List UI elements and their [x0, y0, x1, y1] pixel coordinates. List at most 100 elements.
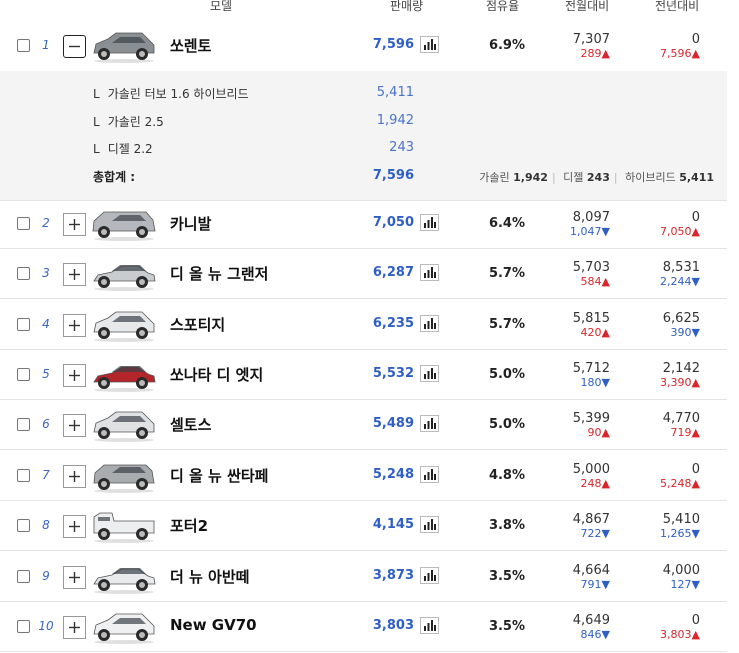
bar-chart-icon[interactable]	[420, 315, 439, 332]
model-name[interactable]: 디 올 뉴 싼타페	[170, 465, 268, 486]
bar-chart-icon[interactable]	[420, 516, 439, 533]
bar-chart-icon[interactable]	[420, 35, 439, 53]
model-name[interactable]: New GV70	[170, 616, 257, 634]
month-over-month: 8,097 1,047▼	[520, 210, 610, 238]
market-share: 5.7%	[488, 317, 525, 332]
bar-chart-icon[interactable]	[420, 617, 439, 634]
yoy-value: 6,625	[662, 311, 700, 326]
total-label: 총합계 :	[93, 170, 136, 184]
yoy-delta: 5,248▲	[660, 477, 700, 490]
plus-icon	[69, 622, 80, 633]
sub-item: L 가솔린 2.5	[93, 115, 164, 129]
model-name[interactable]: 디 올 뉴 그랜저	[170, 263, 268, 284]
row-checkbox[interactable]	[17, 418, 30, 431]
plus-icon	[69, 370, 80, 381]
header-share: 점유율	[486, 0, 520, 13]
market-share: 5.0%	[488, 417, 525, 432]
model-name[interactable]: 더 뉴 아반떼	[170, 566, 249, 587]
model-name[interactable]: 스포티지	[170, 314, 225, 335]
model-name[interactable]: 쏘렌토	[170, 35, 211, 56]
sales-count: 7,596	[372, 36, 414, 52]
expand-button[interactable]	[63, 263, 86, 286]
car-thumbnail[interactable]	[90, 505, 158, 545]
plus-icon	[69, 219, 80, 230]
yoy-delta: 719▲	[670, 426, 700, 439]
mom-delta: 180▼	[580, 376, 610, 389]
expanded-detail-panel: L 가솔린 터보 1.6 하이브리드 5,411 L 가솔린 2.5 1,942 L…	[0, 71, 727, 201]
bar-chart-icon[interactable]	[420, 415, 439, 432]
sales-count: 5,532	[372, 366, 414, 381]
bar-chart-icon[interactable]	[420, 365, 439, 382]
car-thumbnail[interactable]	[90, 404, 158, 444]
mom-value: 5,000	[572, 462, 610, 477]
header-model: 모델	[210, 0, 233, 13]
yoy-delta: 390▼	[670, 326, 700, 339]
sub-item-value[interactable]: 243	[360, 140, 414, 155]
car-thumbnail[interactable]	[90, 606, 158, 646]
bar-chart-icon[interactable]	[420, 214, 439, 231]
rank-number: 10	[38, 619, 54, 633]
bar-chart-icon[interactable]	[420, 466, 439, 483]
row-checkbox[interactable]	[17, 318, 30, 331]
row-checkbox[interactable]	[17, 368, 30, 381]
model-name[interactable]: 카니발	[170, 213, 211, 234]
bar-chart-icon[interactable]	[420, 567, 439, 584]
market-share: 5.0%	[488, 367, 525, 382]
table-row: 1 쏘렌토 7,596 6.9% 7,307 289▲ 0 7,596▲	[0, 20, 727, 71]
rank-number: 2	[42, 216, 50, 230]
mom-value: 5,703	[572, 260, 610, 275]
yoy-value: 4,770	[662, 411, 700, 426]
expand-button[interactable]	[63, 566, 86, 589]
model-name[interactable]: 포터2	[170, 515, 208, 536]
car-thumbnail[interactable]	[90, 304, 158, 344]
fuel-breakdown: 가솔린 1,942 | 디젤 243 | 하이브리드 5,411	[479, 171, 714, 184]
yoy-delta: 7,050▲	[660, 225, 700, 238]
model-name[interactable]: 쏘나타 디 엣지	[170, 364, 263, 385]
expand-button[interactable]	[63, 465, 86, 488]
sub-item-value[interactable]: 1,942	[360, 113, 414, 128]
car-thumbnail[interactable]	[90, 203, 158, 243]
mom-value: 4,649	[572, 613, 610, 628]
mom-delta: 722▼	[580, 527, 610, 540]
month-over-month: 5,000 248▲	[520, 462, 610, 490]
year-over-year: 0 3,803▲	[610, 613, 700, 641]
plus-icon	[69, 320, 80, 331]
yoy-value: 0	[691, 31, 700, 47]
yoy-value: 8,531	[662, 260, 700, 275]
yoy-delta: 2,244▼	[660, 275, 700, 288]
row-checkbox[interactable]	[17, 620, 30, 633]
table-row: 8 포터2 4,145 3.8% 4,867 722▼ 5,410 1,265▼	[0, 501, 727, 551]
plus-icon	[69, 420, 80, 431]
car-thumbnail[interactable]	[90, 455, 158, 495]
yoy-delta: 1,265▼	[660, 527, 700, 540]
mom-delta: 289▲	[580, 46, 610, 60]
row-checkbox[interactable]	[17, 217, 30, 230]
month-over-month: 5,712 180▼	[520, 361, 610, 389]
row-checkbox[interactable]	[17, 267, 30, 280]
bar-chart-icon[interactable]	[420, 264, 439, 281]
car-thumbnail[interactable]	[90, 556, 158, 596]
expand-button[interactable]	[63, 364, 86, 387]
table-row: 5 쏘나타 디 엣지 5,532 5.0% 5,712 180▼ 2,142 3…	[0, 350, 727, 400]
market-share: 4.8%	[488, 468, 525, 483]
expand-button[interactable]	[63, 314, 86, 337]
sales-count: 5,248	[372, 467, 414, 482]
collapse-button[interactable]	[63, 34, 86, 58]
row-checkbox[interactable]	[17, 519, 30, 532]
row-checkbox[interactable]	[17, 469, 30, 482]
expand-button[interactable]	[63, 515, 86, 538]
year-over-year: 4,000 127▼	[610, 563, 700, 591]
expand-button[interactable]	[63, 414, 86, 437]
expand-button[interactable]	[63, 213, 86, 236]
sub-item-value[interactable]: 5,411	[360, 85, 414, 100]
expand-button[interactable]	[63, 616, 86, 639]
yoy-value: 0	[691, 462, 700, 477]
model-name[interactable]: 셀토스	[170, 414, 211, 435]
sales-count: 5,489	[372, 416, 414, 431]
car-thumbnail[interactable]	[90, 253, 158, 293]
car-thumbnail[interactable]	[90, 354, 158, 394]
car-thumbnail[interactable]	[90, 25, 158, 65]
row-checkbox[interactable]	[17, 38, 30, 52]
yoy-value: 0	[691, 210, 700, 225]
row-checkbox[interactable]	[17, 570, 30, 583]
